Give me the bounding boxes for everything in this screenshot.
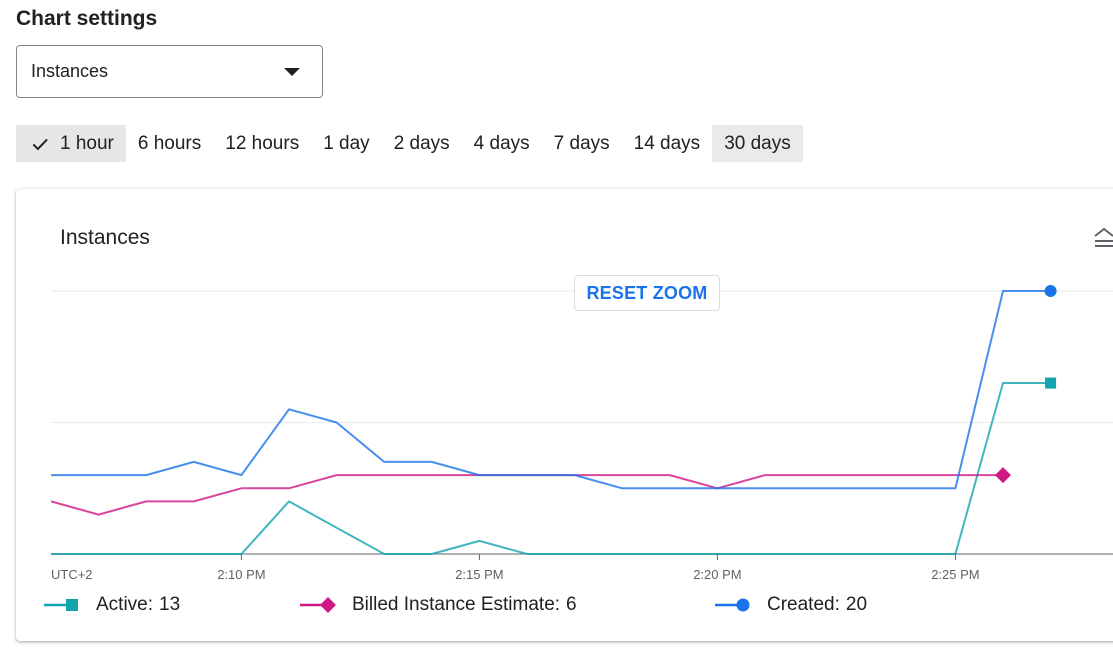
range-14-days[interactable]: 14 days [622,125,713,162]
line-chart[interactable]: UTC+2 2:10 PM 2:15 PM 2:20 PM 2:25 PM [16,189,1113,589]
range-label: 7 days [553,132,610,154]
range-label: 1 hour [60,132,114,154]
x-tick-label: 2:10 PM [217,567,265,582]
metric-select[interactable]: Instances [16,45,323,98]
legend-swatch-circle-icon [715,598,750,612]
range-30-days[interactable]: 30 days [712,125,803,162]
range-7-days[interactable]: 7 days [542,125,622,162]
legend-swatch-square-icon [44,599,78,611]
range-label: 30 days [724,132,791,154]
series-lines [50,285,1057,555]
caret-down-icon [284,68,300,76]
check-icon [32,138,48,150]
range-12-hours[interactable]: 12 hours [213,125,311,162]
range-label: 6 hours [137,132,202,154]
legend-value: 13 [159,594,181,615]
metric-select-value: Instances [31,61,109,81]
range-label: 12 hours [225,132,300,154]
range-label: 1 day [323,132,370,154]
x-tick-label: 2:20 PM [693,567,741,582]
legend-label: Created: [767,594,840,615]
legend-item-active[interactable]: Active: 13 [44,594,180,616]
x-axis: UTC+2 2:10 PM 2:15 PM 2:20 PM 2:25 PM [51,554,980,582]
x-tick-label: 2:15 PM [455,567,503,582]
series-marker-active [1045,377,1057,389]
legend-item-created[interactable]: Created: 20 [715,594,867,616]
range-2-days[interactable]: 2 days [382,125,462,162]
range-label: 2 days [393,132,450,154]
range-6-hours[interactable]: 6 hours [126,125,213,162]
legend-label: Active: [96,594,154,615]
series-line-active [51,382,1051,555]
series-marker-billed-instance-estimate [995,467,1011,484]
legend-item-billed-instance-estimate[interactable]: Billed Instance Estimate: 6 [300,594,577,616]
legend-swatch-diamond-icon [300,597,336,613]
range-1-day[interactable]: 1 day [311,125,381,162]
range-1-hour[interactable]: 1 hour [16,125,126,162]
range-4-days[interactable]: 4 days [462,125,542,162]
time-range-selector: 1 hour 6 hours 12 hours 1 day 2 days 4 d… [16,125,803,162]
series-line-created [51,290,1051,490]
gridlines [51,290,1113,555]
chart-card: Instances UTC+2 2:10 PM 2:15 PM 2:20 PM 2:25… [16,189,1113,641]
range-label: 14 days [633,132,701,154]
reset-zoom-button[interactable]: RESET ZOOM [574,275,720,311]
legend-label: Billed Instance Estimate: [352,594,561,615]
legend-value: 20 [845,594,868,615]
series-line-billed-instance-estimate [50,474,1003,516]
chart-legend: Active: 13 Billed Instance Estimate: 6 C… [16,594,1113,618]
x-tick-label: 2:25 PM [931,567,979,582]
range-label: 4 days [473,132,530,154]
timezone-label: UTC+2 [51,567,93,582]
legend-value: 6 [566,594,577,615]
series-marker-created [1044,285,1057,297]
page-title: Chart settings [16,7,158,30]
